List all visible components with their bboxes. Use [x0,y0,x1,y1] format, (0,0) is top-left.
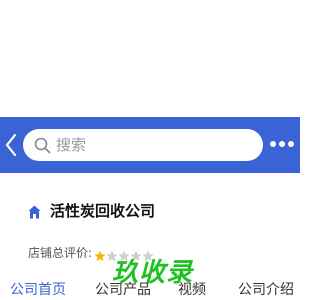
tab-videos[interactable]: 视频 [178,281,206,300]
home-icon [28,204,41,219]
tab-company-intro[interactable]: 公司介绍 [238,281,294,300]
tab-bar: 公司首页 公司产品 视频 公司介绍 [0,281,300,300]
top-bar: 搜索 [0,117,300,173]
back-icon[interactable] [4,132,20,158]
search-placeholder: 搜索 [56,136,87,154]
more-icon[interactable] [269,139,295,149]
search-input[interactable]: 搜索 [23,129,263,161]
tab-company-products[interactable]: 公司产品 [95,281,151,300]
tab-company-home[interactable]: 公司首页 [10,281,66,300]
shop-name: 活性炭回收公司 [50,202,156,220]
rating-label: 店铺总评价: [28,246,93,260]
search-icon [34,137,51,154]
star-filled-icon [94,247,106,262]
